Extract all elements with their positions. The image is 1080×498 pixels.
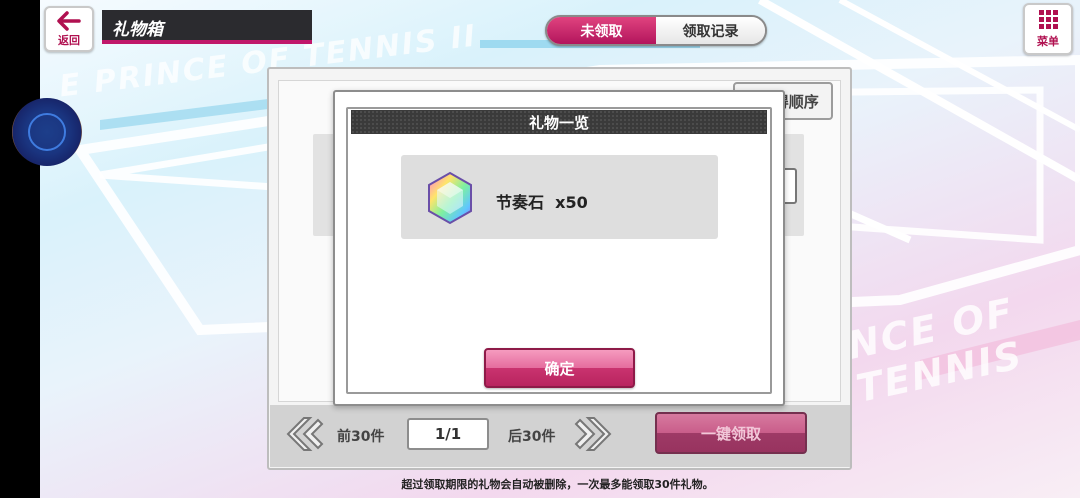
- footer-note: 超过领取期限的礼物会自动被删除，一次最多能领取30件礼物。: [401, 478, 714, 491]
- gift-item-name: 节奏石 x50: [496, 189, 588, 213]
- gift-item-quantity: x50: [555, 193, 588, 212]
- rainbow-gem-icon: [428, 171, 472, 225]
- prev-page-arrow-icon[interactable]: [284, 414, 326, 454]
- page-title: 礼物箱: [102, 10, 312, 44]
- confirm-button[interactable]: 确定: [484, 348, 635, 388]
- back-button[interactable]: 返回: [44, 6, 94, 52]
- menu-button[interactable]: 菜单: [1023, 3, 1073, 55]
- back-arrow-icon: [57, 10, 81, 31]
- next-page-label[interactable]: 后30件: [508, 426, 555, 446]
- menu-label: 菜单: [1037, 34, 1059, 48]
- page-indicator: 1/1: [407, 418, 489, 450]
- tab-claim-history[interactable]: 领取记录: [656, 17, 765, 44]
- prev-page-label[interactable]: 前30件: [337, 426, 384, 446]
- back-label: 返回: [58, 33, 80, 47]
- dialog-title: 礼物一览: [351, 110, 767, 134]
- tab-unclaimed[interactable]: 未领取: [547, 17, 656, 44]
- claim-all-button[interactable]: 一键领取: [655, 412, 807, 454]
- tab-group: 未领取 领取记录: [545, 15, 767, 46]
- next-page-arrow-icon[interactable]: [572, 414, 614, 454]
- radar-orb-icon[interactable]: [12, 98, 82, 166]
- menu-grid-icon: [1038, 9, 1058, 29]
- gift-item-title: 节奏石: [496, 193, 545, 212]
